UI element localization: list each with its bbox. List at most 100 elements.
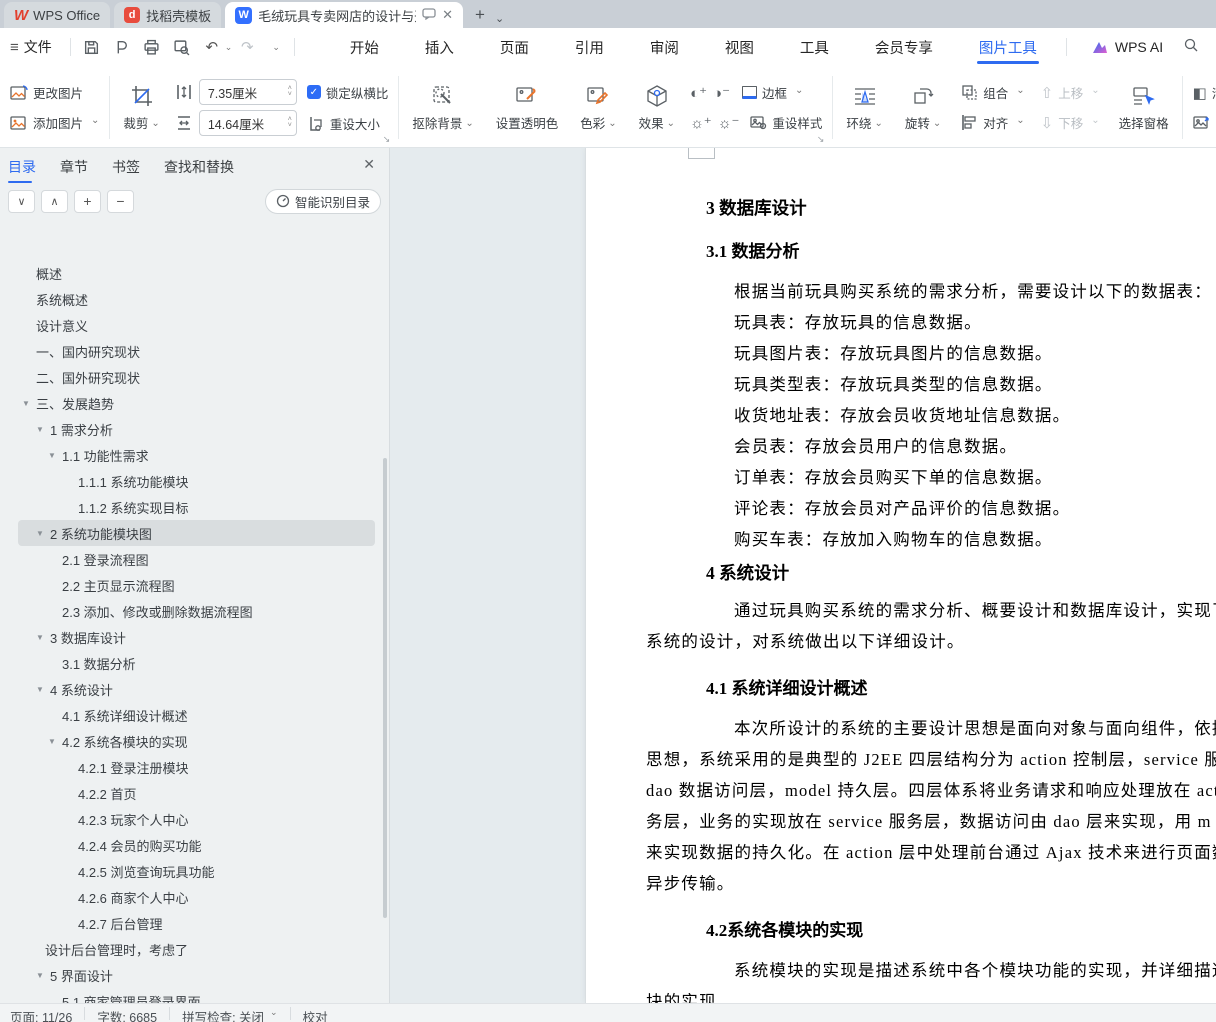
tab-docer-templates[interactable]: d 找稻壳模板 [114, 2, 222, 28]
send-backward-button[interactable]: ⇩ 下移 [1037, 110, 1104, 135]
save-button[interactable] [79, 35, 105, 59]
outline-item[interactable]: ▼ 2.1 登录流程图 [0, 546, 385, 572]
heading-collapse-marker[interactable] [688, 148, 715, 159]
outline-item[interactable]: ▼ 1.1.2 系统实现目标 [0, 494, 385, 520]
add-picture-button[interactable]: 添加图片 [6, 110, 103, 135]
word-count-status[interactable]: 字数: 6685 [97, 1007, 157, 1022]
outline-item[interactable]: ▼ 5 界面设计 [0, 962, 385, 988]
width-input[interactable]: 14.64厘米 ˄ ˅ [198, 110, 297, 136]
zoom-out-outline-button[interactable]: − [107, 189, 134, 213]
group-button[interactable]: 组合 [956, 80, 1028, 105]
rotate-button[interactable]: 旋转 [898, 81, 948, 134]
menu-item[interactable]: 审阅 [650, 29, 679, 66]
smart-toc-button[interactable]: 智能识别目录 [264, 188, 381, 214]
set-transparent-button[interactable]: 设置透明色 [489, 81, 566, 134]
export-pdf-button[interactable] [109, 35, 135, 59]
file-menu-button[interactable]: ≡ 文件 [0, 37, 64, 57]
outline-item[interactable]: ▼ 2.2 主页显示流程图 [0, 572, 385, 598]
outline-item[interactable]: ▼ 5.1 商家管理员登录界面 [0, 988, 385, 1004]
proofread-button[interactable]: 校对 [303, 1007, 328, 1022]
menu-item[interactable]: 工具 [800, 29, 829, 66]
expand-arrow-icon[interactable]: ▼ [36, 425, 50, 434]
tab-document[interactable]: W 毛绒玩具专卖网店的设计与开发 ✕ [225, 2, 464, 28]
zoom-in-outline-button[interactable]: + [74, 189, 101, 213]
side-panel-tab[interactable]: 章节 [60, 149, 88, 183]
wrap-text-button[interactable]: 环绕 [839, 81, 889, 134]
comment-icon[interactable] [422, 7, 436, 23]
menu-item[interactable]: 图片工具 [976, 29, 1039, 66]
color-button[interactable]: 色彩 [573, 81, 623, 134]
undo-button[interactable]: ↶ [199, 35, 225, 59]
spellcheck-status[interactable]: 拼写检查: 关闭 [182, 1007, 264, 1022]
outline-item[interactable]: ▼ 1.1 功能性需求 [0, 442, 385, 468]
more-tools-caret-icon[interactable]: ⌄ [272, 42, 280, 53]
menu-item[interactable]: 会员专享 [875, 29, 933, 66]
brightness-up-icon[interactable]: ☼⁺ [690, 114, 712, 132]
expand-arrow-icon[interactable]: ▼ [36, 685, 50, 694]
effects-button[interactable]: 效果 [632, 81, 682, 134]
outline-item[interactable]: ▼ 4.2.7 后台管理 [0, 910, 385, 936]
collapse-all-button[interactable]: ∨ [8, 189, 35, 213]
outline-item[interactable]: ▼ 设计意义 [0, 312, 385, 338]
selection-pane-button[interactable]: 选择窗格 [1112, 81, 1176, 134]
document-page[interactable]: 3 数据库设计 3.1 数据分析 根据当前玩具购买系统的需求分析，需要设计以下的数据… [585, 148, 1216, 1003]
outline-item[interactable]: ▼ 1 需求分析 [0, 416, 385, 442]
reset-style-button[interactable]: 重设样式 [745, 110, 826, 135]
side-panel-tab[interactable]: 书签 [112, 149, 140, 183]
expand-arrow-icon[interactable]: ▼ [36, 633, 50, 642]
expand-all-button[interactable]: ∧ [41, 189, 68, 213]
side-panel-tab[interactable]: 目录 [8, 149, 36, 183]
outline-scrollbar[interactable] [383, 458, 387, 918]
outline-item[interactable]: ▼ 4.2.4 会员的购买功能 [0, 832, 385, 858]
reset-size-button[interactable]: 重设大小 [303, 111, 384, 136]
expand-arrow-icon[interactable]: ▼ [36, 971, 50, 980]
close-tab-icon[interactable]: ✕ [442, 7, 453, 23]
spellcheck-caret-icon[interactable]: ⌄ [270, 1007, 278, 1018]
expand-arrow-icon[interactable]: ▼ [22, 399, 36, 408]
height-input[interactable]: 7.35厘米 ˄ ˅ [198, 79, 297, 105]
search-icon[interactable] [1183, 37, 1199, 58]
outline-item[interactable]: ▼ 4.2.3 玩家个人中心 [0, 806, 385, 832]
outline-item[interactable]: ▼ 4.1 系统详细设计概述 [0, 702, 385, 728]
outline-item[interactable]: ▼ 一、国内研究现状 [0, 338, 385, 364]
outline-item[interactable]: ▼ 3 数据库设计 [0, 624, 385, 650]
menu-item[interactable]: 开始 [350, 29, 379, 66]
side-panel-tab[interactable]: 查找和替换 [164, 149, 234, 183]
bring-forward-button[interactable]: ⇧ 上移 [1037, 80, 1104, 105]
outline-item[interactable]: ▼ 二、国外研究现状 [0, 364, 385, 390]
undo-caret-icon[interactable]: ⌄ [225, 42, 233, 53]
menu-item[interactable]: 引用 [575, 29, 604, 66]
sharpen-button[interactable]: ◧ 清晰化 [1189, 80, 1216, 105]
menu-item[interactable]: 页面 [500, 29, 529, 66]
wps-ai-button[interactable]: WPS AI [1091, 39, 1163, 55]
spinner-arrows-icon[interactable]: ˄ ˅ [288, 85, 292, 98]
menu-item[interactable]: 视图 [725, 29, 754, 66]
crop-button[interactable]: 裁剪 [116, 81, 166, 134]
outline-item[interactable]: ▼ 2 系统功能模块图 [18, 520, 375, 546]
print-preview-button[interactable] [169, 35, 195, 59]
brightness-down-icon[interactable]: ☼⁻ [718, 114, 740, 132]
document-canvas[interactable]: 3 数据库设计 3.1 数据分析 根据当前玩具购买系统的需求分析，需要设计以下的数据… [390, 148, 1216, 1003]
menu-item[interactable]: 插入 [425, 29, 454, 66]
expand-arrow-icon[interactable]: ▼ [48, 737, 62, 746]
print-button[interactable] [139, 35, 165, 59]
outline-item[interactable]: ▼ 4.2.5 浏览查询玩具功能 [0, 858, 385, 884]
lock-aspect-checkbox[interactable]: ✓ 锁定纵横比 [303, 80, 393, 105]
contrast-up-icon[interactable]: ◐⁺ [690, 84, 707, 102]
outline-item[interactable]: ▼ 3.1 数据分析 [0, 650, 385, 676]
outline-item[interactable]: ▼ 1.1.1 系统功能模块 [0, 468, 385, 494]
outline-item[interactable]: ▼ 4.2 系统各模块的实现 [0, 728, 385, 754]
change-picture-button[interactable]: 更改图片 [6, 80, 103, 105]
outline-item[interactable]: ▼ 系统概述 [0, 286, 385, 312]
outline-item[interactable]: ▼ 4.2.1 登录注册模块 [0, 754, 385, 780]
border-button[interactable]: 边框 [736, 80, 807, 105]
outline-item[interactable]: ▼ 4.2.2 首页 [0, 780, 385, 806]
spinner-arrows-icon[interactable]: ˄ ˅ [288, 116, 292, 129]
redo-button[interactable]: ↷ [234, 35, 260, 59]
outline-item[interactable]: ▼ 概述 [0, 260, 385, 286]
close-panel-icon[interactable]: ✕ [363, 156, 375, 173]
expand-arrow-icon[interactable]: ▼ [48, 451, 62, 460]
new-tab-icon[interactable]: + [475, 5, 485, 25]
compress-picture-button[interactable]: 压缩图片 [1189, 110, 1216, 135]
expand-arrow-icon[interactable]: ▼ [36, 529, 50, 538]
